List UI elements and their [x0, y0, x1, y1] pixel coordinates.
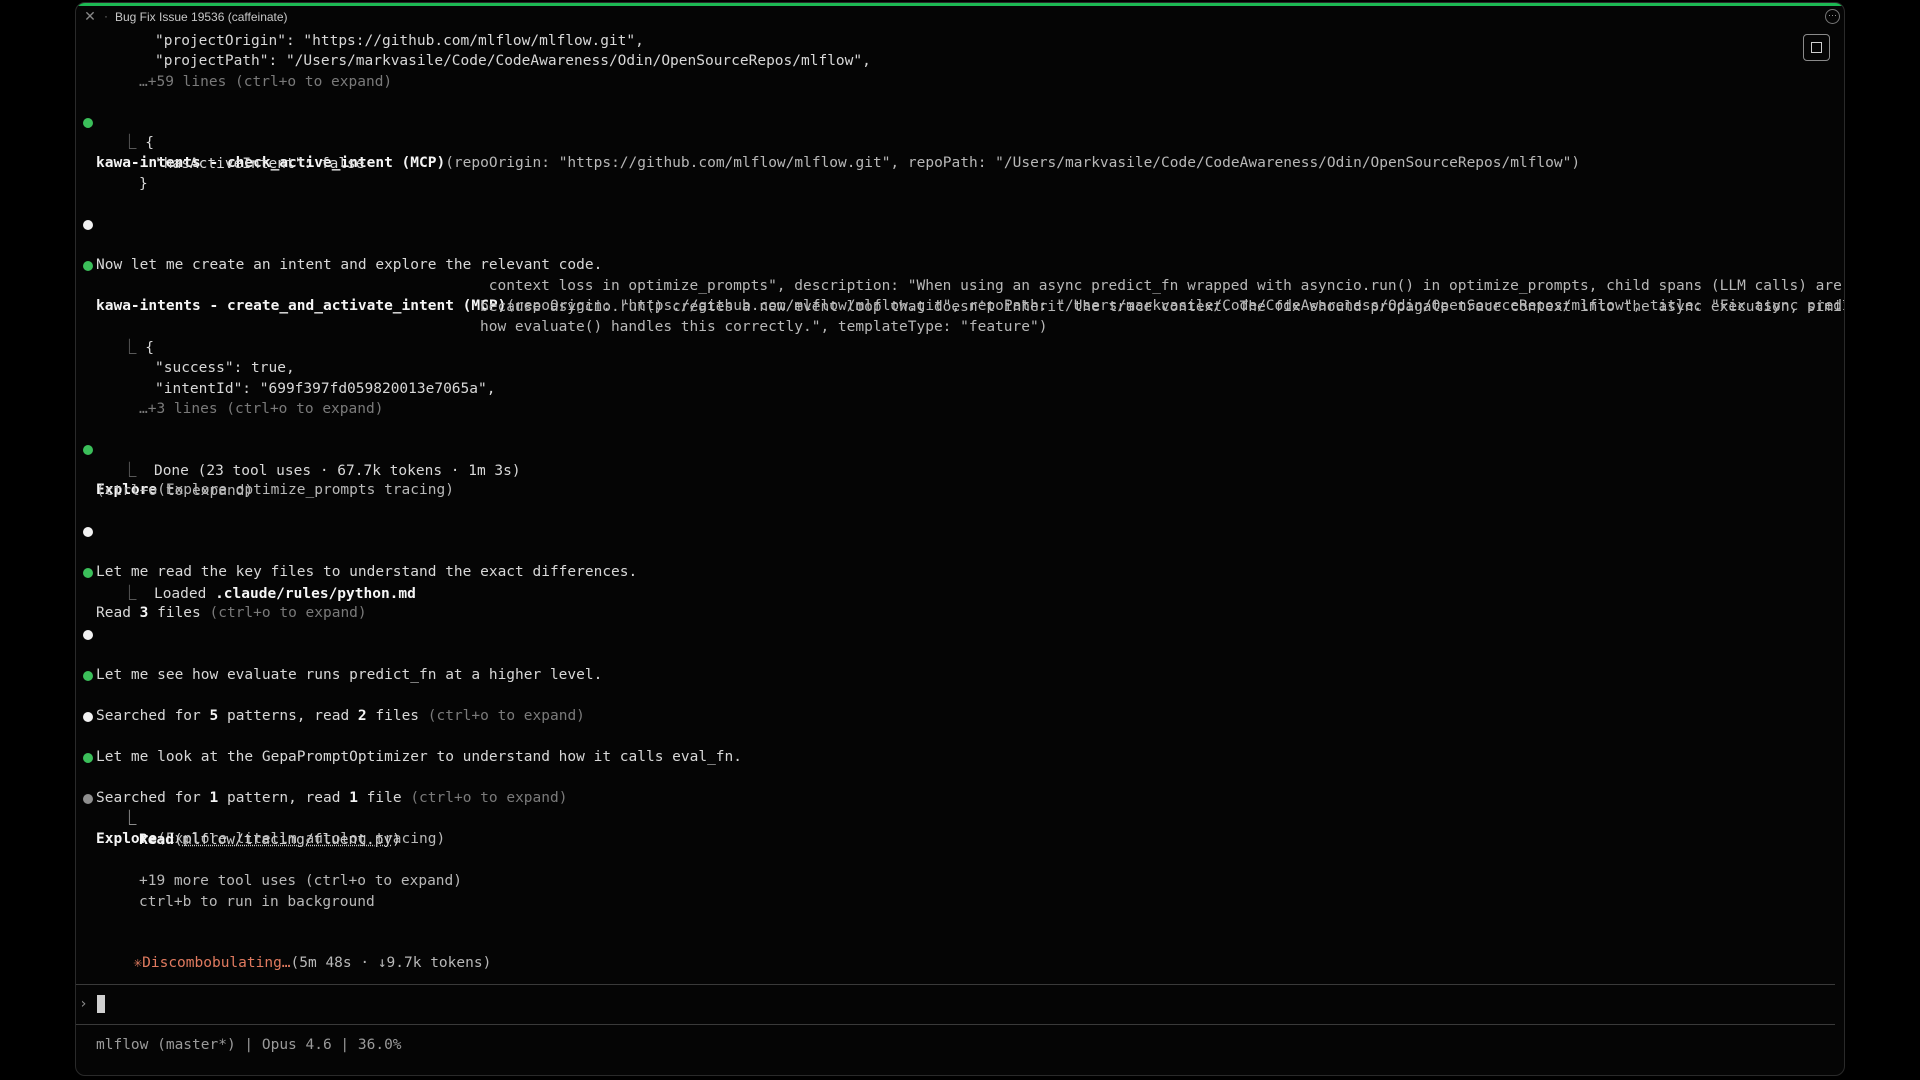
- expand-hint: (ctrl+o to expand): [209, 605, 367, 621]
- tool-args-wrap: context loss in optimize_prompts", descr…: [480, 278, 1845, 294]
- terminal-window: ✕ · Bug Fix Issue 19536 (caffeinate) ···…: [75, 2, 1845, 1076]
- read-tool-call: Read(mlflow/tracing/fluent.py): [139, 832, 401, 848]
- spinner-meta: (5m 48s · ↓9.7k tokens): [290, 955, 492, 971]
- success-bullet-icon: [83, 445, 93, 455]
- assistant-message: Let me look at the GepaPromptOptimizer t…: [76, 707, 742, 765]
- explore-agent-2: Explore(Explore litellm autolog tracing): [76, 789, 445, 847]
- output-line: "intentId": "699f397fd059820013e7065a",: [155, 381, 496, 397]
- prompt-input[interactable]: ›: [76, 994, 1826, 1014]
- success-bullet-icon: [83, 118, 93, 128]
- search-step: Searched for 5 patterns, read 2 files (c…: [76, 666, 585, 724]
- result-open: ⎿ {: [122, 340, 154, 356]
- tool-args: (repoOrigin: "https://github.com/mlflow/…: [445, 155, 1581, 171]
- elbow-icon: ⎿: [122, 586, 137, 602]
- success-bullet-icon: [83, 671, 93, 681]
- loaded-rules: ⎿ Loaded .claude/rules/python.md: [122, 586, 416, 602]
- collapsed-lines-hint[interactable]: …+3 lines (ctrl+o to expand): [139, 399, 383, 419]
- spinner-status: ✳Discombobulating…(5m 48s · ↓9.7k tokens…: [81, 933, 491, 971]
- explore-summary: ⎿ Done (23 tool uses · 67.7k tokens · 1m…: [122, 463, 521, 479]
- success-bullet-icon: [83, 568, 93, 578]
- explore-agent-1: Explore(Explore optimize_prompts tracing…: [76, 440, 454, 498]
- more-tool-uses-hint[interactable]: +19 more tool uses (ctrl+o to expand): [139, 871, 462, 891]
- elbow-icon: ⎿: [122, 135, 137, 151]
- success-bullet-icon: [83, 261, 93, 271]
- collapsed-lines-hint[interactable]: …+59 lines (ctrl+o to expand): [139, 72, 392, 92]
- divider: [76, 984, 1835, 985]
- elbow-icon: ⎿: [122, 463, 137, 479]
- output-line: }: [139, 176, 148, 192]
- status-line: mlflow (master*) | Opus 4.6 | 36.0%: [96, 1037, 402, 1053]
- tool-call-create-intent: kawa-intents - create_and_activate_inten…: [76, 256, 1844, 314]
- message-bullet-icon: [83, 712, 93, 722]
- assistant-message: Let me see how evaluate runs predict_fn …: [76, 625, 602, 683]
- terminal-output: "projectOrigin": "https://github.com/mlf…: [76, 3, 1844, 1075]
- elbow-icon: ⎿: [122, 811, 137, 827]
- read-files-step: Read 3 files (ctrl+o to expand): [76, 563, 367, 621]
- file-link: mlflow/tracing/fluent.py: [182, 832, 393, 848]
- tool-call-check-active-intent: kawa-intents - check_active_intent (MCP)…: [76, 113, 1826, 171]
- output-line: "projectPath": "/Users/markvasile/Code/C…: [155, 53, 871, 69]
- expand-hint[interactable]: (ctrl+o to expand): [96, 481, 253, 501]
- tool-args-wrap: because asyncio.run() creates a new even…: [480, 299, 1845, 315]
- divider: [76, 1024, 1835, 1025]
- message-bullet-icon: [83, 630, 93, 640]
- tool-name: kawa-intents - create_and_activate_inten…: [96, 298, 507, 314]
- text-cursor: [97, 995, 105, 1013]
- success-bullet-icon: [83, 753, 93, 763]
- result-open: ⎿ {: [122, 135, 154, 151]
- message-bullet-icon: [83, 527, 93, 537]
- prompt-caret-icon: ›: [79, 996, 88, 1012]
- output-line: "success": true,: [155, 360, 295, 376]
- elbow-icon: ⎿: [122, 340, 137, 356]
- running-bullet-icon: [83, 794, 93, 804]
- output-line: "projectOrigin": "https://github.com/mlf…: [155, 33, 644, 49]
- tool-args-wrap: how evaluate() handles this correctly.",…: [480, 319, 1048, 335]
- search-step: Searched for 1 pattern, read 1 file (ctr…: [76, 748, 567, 806]
- spinner-icon: ✳: [133, 955, 143, 971]
- background-hint: ctrl+b to run in background: [139, 894, 375, 910]
- assistant-message: Let me read the key files to understand …: [76, 522, 637, 580]
- spinner-text: Discombobulating…: [142, 955, 291, 971]
- output-line: "hasActiveIntent": false: [155, 156, 365, 172]
- assistant-message: Now let me create an intent and explore …: [76, 215, 602, 273]
- message-bullet-icon: [83, 220, 93, 230]
